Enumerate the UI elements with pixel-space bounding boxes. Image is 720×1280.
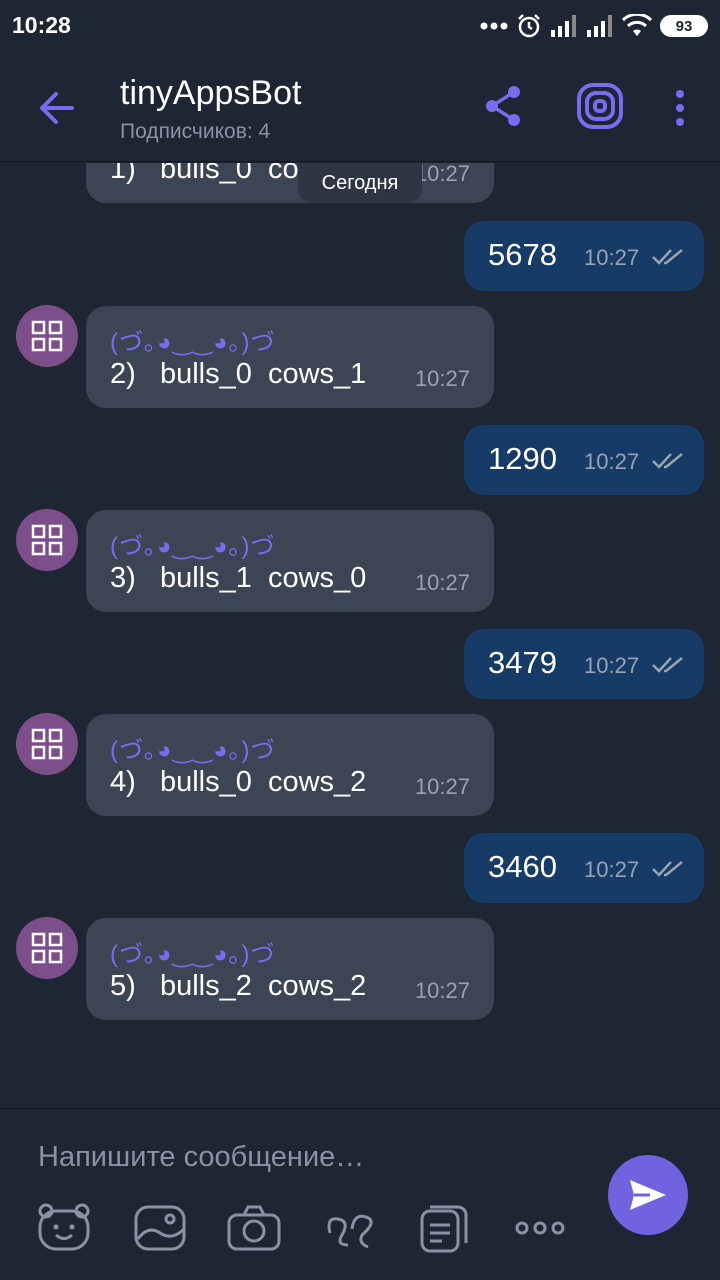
gallery-icon[interactable] xyxy=(132,1203,188,1253)
message-text: 3) bulls_1 cows_0 xyxy=(110,562,367,594)
emoticon-text: (づ｡◕‿‿◕｡)づ xyxy=(110,737,276,764)
file-icon[interactable] xyxy=(416,1203,472,1253)
dots-icon xyxy=(480,22,508,30)
message-text: 4) bulls_0 cows_2 xyxy=(110,766,367,798)
more-horizontal-icon[interactable] xyxy=(512,1203,568,1253)
bot-avatar[interactable] xyxy=(16,713,78,775)
status-icons: 93 xyxy=(480,10,708,42)
date-divider: Сегодня xyxy=(298,163,422,203)
incoming-message[interactable]: (づ｡◕‿‿◕｡)づ 3) bulls_1 cows_0 10:27 xyxy=(86,510,494,612)
chat-header: tinyAppsBot Подписчиков: 4 xyxy=(0,52,720,162)
emoticon-text: (づ｡◕‿‿◕｡)づ xyxy=(110,941,276,968)
alarm-icon xyxy=(518,14,540,38)
apps-grid-icon xyxy=(31,320,63,352)
signal-icon xyxy=(587,15,612,37)
message-time: 10:27 xyxy=(414,163,470,186)
camera-icon[interactable] xyxy=(226,1203,282,1253)
share-icon[interactable] xyxy=(484,84,524,128)
bot-avatar[interactable] xyxy=(16,917,78,979)
emoticon-text: (づ｡◕‿‿◕｡)づ xyxy=(110,533,276,560)
incoming-message[interactable]: (づ｡◕‿‿◕｡)づ 4) bulls_0 cows_2 10:27 xyxy=(86,714,494,816)
subscriber-count: Подписчиков: 4 xyxy=(120,120,271,143)
read-ticks-icon xyxy=(652,861,683,877)
message-time: 10:27 xyxy=(584,653,640,678)
outgoing-message[interactable]: 1290 10:27 xyxy=(464,425,704,495)
outgoing-message[interactable]: 5678 10:27 xyxy=(464,221,704,291)
message-time: 10:27 xyxy=(414,366,470,391)
message-time: 10:27 xyxy=(584,245,640,270)
read-ticks-icon xyxy=(652,453,683,469)
outgoing-message[interactable]: 3460 10:27 xyxy=(464,833,704,903)
apps-grid-icon xyxy=(31,932,63,964)
incoming-message[interactable]: 1) bulls_0 cows_2 10:27 xyxy=(86,163,494,203)
incoming-message[interactable]: (づ｡◕‿‿◕｡)づ 2) bulls_0 cows_1 10:27 xyxy=(86,306,494,408)
read-ticks-icon xyxy=(652,249,683,265)
chat-title[interactable]: tinyAppsBot xyxy=(120,74,301,113)
message-text: 2) bulls_0 cows_1 xyxy=(110,358,367,390)
message-text: 3479 xyxy=(488,645,557,680)
doodle-icon[interactable] xyxy=(322,1203,378,1253)
outgoing-message[interactable]: 3479 10:27 xyxy=(464,629,704,699)
message-time: 10:27 xyxy=(414,978,470,1003)
status-time: 10:28 xyxy=(12,12,71,38)
sticker-icon[interactable] xyxy=(36,1203,92,1253)
message-composer xyxy=(0,1108,720,1280)
status-bar: 10:28 93 xyxy=(0,0,720,52)
message-time: 10:27 xyxy=(584,449,640,474)
bot-target-icon[interactable] xyxy=(576,82,624,130)
read-ticks-icon xyxy=(652,657,683,673)
message-text: 3460 xyxy=(488,849,557,884)
message-text: 5) bulls_2 cows_2 xyxy=(110,970,367,1002)
message-list[interactable]: Сегодня 1) bulls_0 cows_2 10:27 5678 10:… xyxy=(0,163,720,1108)
message-time: 10:27 xyxy=(584,857,640,882)
emoticon-text: (づ｡◕‿‿◕｡)づ xyxy=(110,329,276,356)
more-vertical-icon[interactable] xyxy=(664,88,696,128)
message-text: 5678 xyxy=(488,237,557,272)
incoming-message[interactable]: (づ｡◕‿‿◕｡)づ 5) bulls_2 cows_2 10:27 xyxy=(86,918,494,1020)
bot-avatar[interactable] xyxy=(16,509,78,571)
bot-avatar[interactable] xyxy=(16,305,78,367)
battery-icon: 93 xyxy=(660,15,708,37)
message-time: 10:27 xyxy=(414,570,470,595)
apps-grid-icon xyxy=(31,728,63,760)
message-input[interactable] xyxy=(38,1137,578,1177)
signal-icon xyxy=(551,15,576,37)
send-button[interactable] xyxy=(608,1155,688,1235)
back-arrow-icon[interactable] xyxy=(36,88,76,128)
message-text: 1290 xyxy=(488,441,557,476)
wifi-icon xyxy=(622,14,652,36)
apps-grid-icon xyxy=(31,524,63,556)
send-icon xyxy=(630,1180,666,1210)
message-time: 10:27 xyxy=(414,774,470,799)
